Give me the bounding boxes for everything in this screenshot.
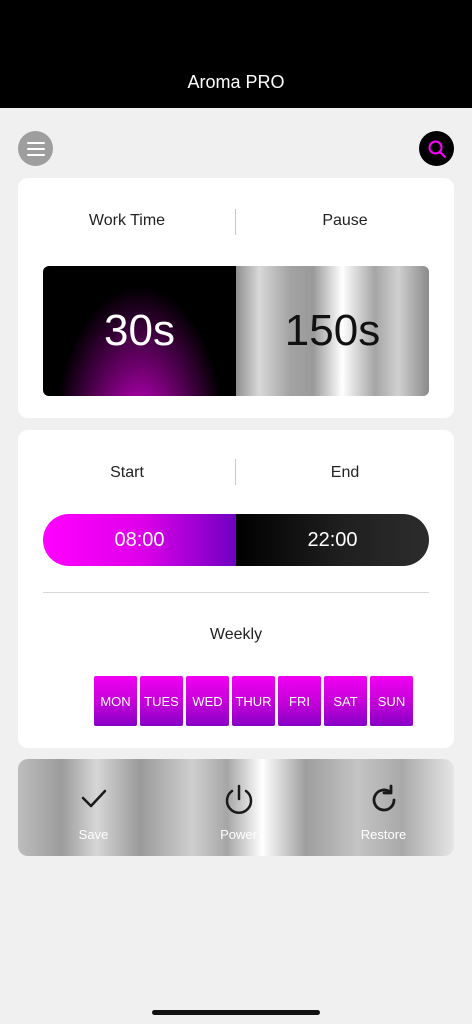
end-time[interactable]: 22:00: [236, 514, 429, 566]
power-label: Power: [220, 827, 257, 842]
restore-icon: [372, 784, 395, 812]
save-label: Save: [78, 827, 109, 842]
start-label: Start: [110, 464, 144, 481]
menu-button[interactable]: [18, 131, 53, 166]
day-tues[interactable]: TUES: [140, 676, 183, 726]
end-label: End: [330, 464, 360, 481]
hamburger-menu-icon: [26, 141, 45, 156]
app-title: Aroma PRO: [187, 72, 285, 92]
day-sat[interactable]: SAT: [324, 676, 367, 726]
home-indicator[interactable]: [152, 1010, 320, 1015]
search-icon: [428, 140, 446, 158]
restore-label: Restore: [360, 827, 407, 842]
day-thur[interactable]: THUR: [232, 676, 275, 726]
work-time-value[interactable]: 30s: [43, 266, 236, 396]
title-bar: Aroma PRO: [0, 0, 472, 108]
timer-card: Work Time Pause 30s 150s: [18, 178, 454, 418]
power-button[interactable]: Power: [166, 759, 311, 856]
weekday-selector: MON TUES WED THUR FRI SAT SUN: [94, 676, 413, 726]
pause-label: Pause: [322, 212, 368, 229]
day-sun[interactable]: SUN: [370, 676, 413, 726]
restore-button[interactable]: Restore: [311, 759, 456, 856]
start-time[interactable]: 08:00: [43, 514, 236, 566]
pause-value[interactable]: 150s: [236, 266, 429, 396]
weekly-label: Weekly: [209, 626, 263, 643]
search-button[interactable]: [419, 131, 454, 166]
schedule-card: Start End 08:00 22:00 Weekly MON TUES WE…: [18, 430, 454, 748]
divider: [43, 592, 429, 593]
day-wed[interactable]: WED: [186, 676, 229, 726]
day-mon[interactable]: MON: [94, 676, 137, 726]
action-bar: Save Power Restore: [18, 759, 454, 856]
work-time-label: Work Time: [88, 212, 166, 229]
checkmark-icon: [81, 789, 106, 808]
power-icon: [225, 784, 252, 814]
day-fri[interactable]: FRI: [278, 676, 321, 726]
save-button[interactable]: Save: [21, 759, 166, 856]
